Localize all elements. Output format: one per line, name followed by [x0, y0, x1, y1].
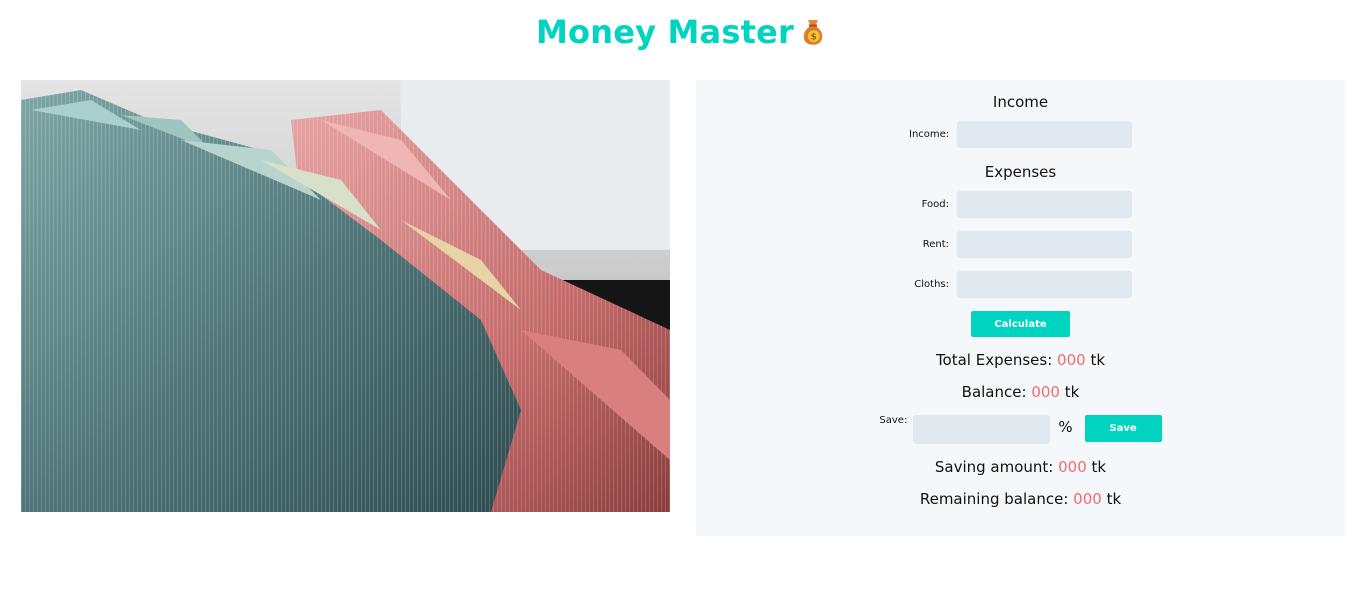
total-expenses-label: Total Expenses: — [935, 351, 1053, 369]
food-row: Food: — [909, 191, 1132, 218]
rent-row: Rent: — [909, 231, 1132, 258]
total-expenses: Total Expenses: 000 tk — [936, 351, 1105, 369]
calculate-button[interactable]: Calculate — [971, 311, 1070, 337]
expenses-heading: Expenses — [984, 163, 1057, 181]
calculator-panel: Income Income: Expenses Food: Rent: Clot… — [696, 80, 1345, 536]
total-expenses-unit: tk — [1090, 351, 1106, 369]
save-row: Save: % Save — [879, 415, 1162, 444]
saving-amount-unit: tk — [1091, 458, 1107, 476]
cloths-input[interactable] — [957, 271, 1132, 298]
save-button[interactable]: Save — [1084, 415, 1162, 442]
total-expenses-value: 000 — [1057, 351, 1086, 369]
saving-amount-value: 000 — [1058, 458, 1087, 476]
app-title: Money Master $ — [536, 13, 830, 51]
svg-text:$: $ — [811, 33, 817, 43]
balance-value: 000 — [1031, 383, 1060, 401]
income-heading: Income — [992, 93, 1049, 111]
remaining-balance-label: Remaining balance: — [919, 490, 1069, 508]
money-bag-icon: $ — [803, 20, 823, 45]
remaining-balance: Remaining balance: 000 tk — [920, 490, 1121, 508]
saving-amount-label: Saving amount: — [934, 458, 1054, 476]
balance: Balance: 000 tk — [962, 383, 1080, 401]
banknotes-image — [21, 80, 670, 512]
content-row: Income Income: Expenses Food: Rent: Clot… — [21, 80, 1345, 536]
balance-label: Balance: — [961, 383, 1027, 401]
saving-amount: Saving amount: 000 tk — [935, 458, 1106, 476]
percent-symbol: % — [1058, 418, 1073, 436]
balance-unit: tk — [1064, 383, 1080, 401]
cloths-row: Cloths: — [909, 271, 1132, 298]
rent-input[interactable] — [957, 231, 1132, 258]
income-label: Income: — [909, 129, 950, 140]
remaining-balance-value: 000 — [1073, 490, 1102, 508]
remaining-balance-unit: tk — [1106, 490, 1122, 508]
food-input[interactable] — [957, 191, 1132, 218]
cloths-label: Cloths: — [914, 279, 949, 290]
app-title-text: Money Master — [536, 13, 794, 51]
save-label: Save: — [879, 415, 908, 426]
rent-label: Rent: — [922, 239, 949, 250]
food-label: Food: — [921, 199, 949, 210]
page-header: Money Master $ — [0, 0, 1366, 64]
income-input[interactable] — [957, 121, 1132, 148]
income-row: Income: — [909, 121, 1132, 148]
save-percent-input[interactable] — [913, 415, 1051, 444]
